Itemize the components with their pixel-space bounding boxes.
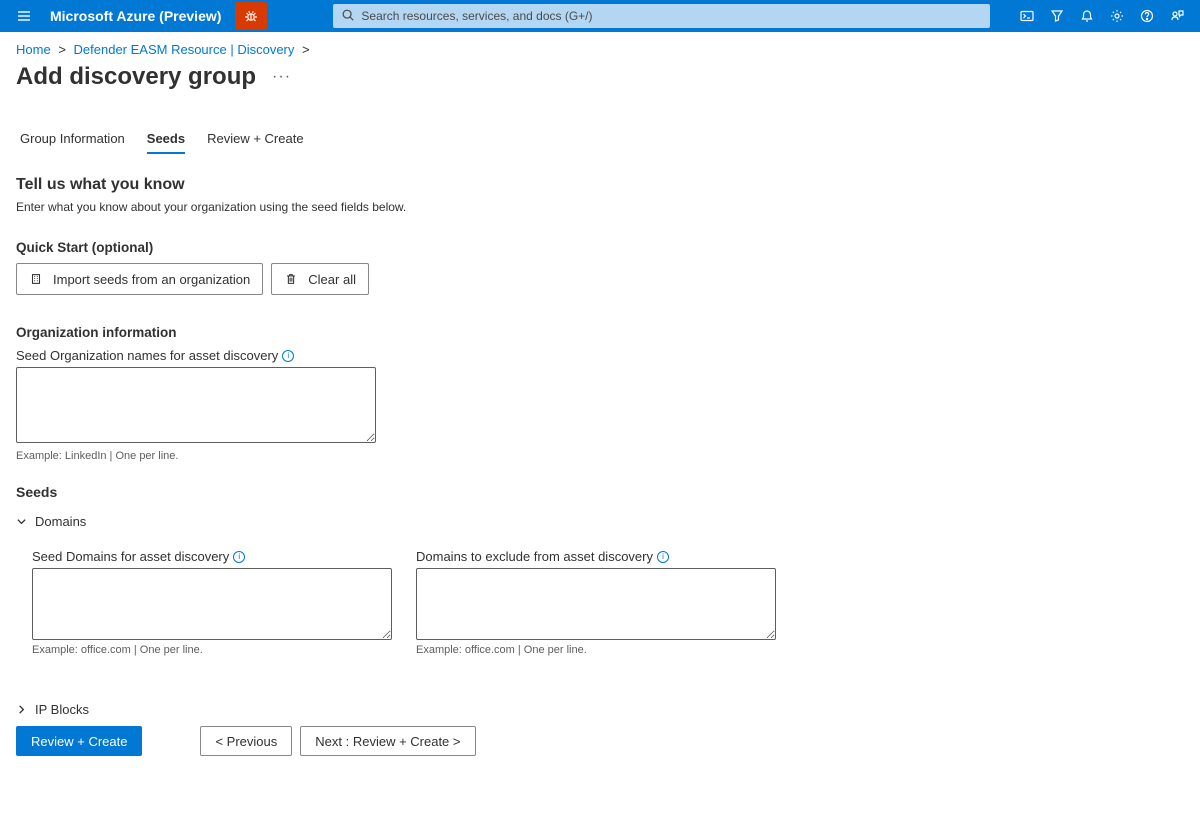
org-names-label: Seed Organization names for asset discov…: [16, 348, 1184, 363]
bell-icon: [1079, 8, 1095, 24]
seed-domains-helper: Example: office.com | One per line.: [32, 644, 392, 656]
previous-button[interactable]: < Previous: [200, 726, 292, 756]
domains-label: Domains: [35, 514, 86, 529]
org-names-input[interactable]: [16, 367, 376, 443]
hamburger-menu-button[interactable]: [8, 0, 40, 32]
footer: Review + Create < Previous Next : Review…: [0, 715, 1200, 766]
seed-domains-label-text: Seed Domains for asset discovery: [32, 549, 229, 564]
seed-domains-column: Seed Domains for asset discovery i Examp…: [32, 549, 392, 678]
search-icon: [341, 8, 355, 25]
help-icon: [1139, 8, 1155, 24]
info-icon[interactable]: i: [282, 350, 294, 362]
cloud-shell-icon: [1019, 8, 1035, 24]
domains-expander[interactable]: Domains: [16, 508, 1184, 535]
settings-button[interactable]: [1102, 0, 1132, 32]
chevron-down-icon: [16, 516, 27, 527]
tab-seeds[interactable]: Seeds: [147, 125, 185, 154]
more-actions-button[interactable]: ···: [268, 68, 295, 86]
person-feedback-icon: [1169, 8, 1185, 24]
domains-fields: Seed Domains for asset discovery i Examp…: [32, 549, 1184, 678]
cloud-shell-button[interactable]: [1012, 0, 1042, 32]
page-header: Add discovery group ···: [0, 63, 1200, 97]
intro-description: Enter what you know about your organizat…: [16, 200, 1184, 214]
clear-all-label: Clear all: [308, 272, 356, 287]
seeds-heading: Seeds: [16, 484, 1184, 500]
import-seeds-label: Import seeds from an organization: [53, 272, 250, 287]
footer-spacer: [150, 726, 192, 756]
filter-icon: [1049, 8, 1065, 24]
building-icon: [29, 272, 43, 286]
seed-domains-input[interactable]: [32, 568, 392, 640]
info-icon[interactable]: i: [233, 551, 245, 563]
feedback-button[interactable]: [1162, 0, 1192, 32]
top-icon-bar: [1012, 0, 1192, 32]
org-names-helper: Example: LinkedIn | One per line.: [16, 450, 1184, 462]
chevron-right-icon: [16, 704, 27, 715]
breadcrumb-home[interactable]: Home: [16, 42, 51, 57]
quick-start-row: Import seeds from an organization Clear …: [16, 263, 1184, 295]
gear-icon: [1109, 8, 1125, 24]
preview-bug-button[interactable]: [235, 2, 267, 30]
tab-group-information[interactable]: Group Information: [20, 125, 125, 154]
help-button[interactable]: [1132, 0, 1162, 32]
intro-heading: Tell us what you know: [16, 176, 1184, 194]
chevron-right-icon: >: [302, 42, 310, 57]
directories-button[interactable]: [1042, 0, 1072, 32]
clear-all-button[interactable]: Clear all: [271, 263, 369, 295]
bug-icon: [243, 8, 259, 24]
search-input[interactable]: [333, 4, 990, 28]
exclude-domains-label: Domains to exclude from asset discovery …: [416, 549, 776, 564]
exclude-domains-label-text: Domains to exclude from asset discovery: [416, 549, 653, 564]
review-create-button[interactable]: Review + Create: [16, 726, 142, 756]
exclude-domains-helper: Example: office.com | One per line.: [416, 644, 776, 656]
exclude-domains-column: Domains to exclude from asset discovery …: [416, 549, 776, 678]
org-names-label-text: Seed Organization names for asset discov…: [16, 348, 278, 363]
org-heading: Organization information: [16, 325, 1184, 340]
trash-icon: [284, 272, 298, 286]
exclude-domains-input[interactable]: [416, 568, 776, 640]
product-name[interactable]: Microsoft Azure (Preview): [50, 8, 221, 24]
import-seeds-button[interactable]: Import seeds from an organization: [16, 263, 263, 295]
breadcrumb-resource[interactable]: Defender EASM Resource | Discovery: [74, 42, 295, 57]
breadcrumb: Home > Defender EASM Resource | Discover…: [0, 32, 1200, 63]
top-bar: Microsoft Azure (Preview): [0, 0, 1200, 32]
info-icon[interactable]: i: [657, 551, 669, 563]
notifications-button[interactable]: [1072, 0, 1102, 32]
next-button[interactable]: Next : Review + Create >: [300, 726, 475, 756]
search-wrapper: [333, 4, 990, 28]
hamburger-icon: [16, 8, 32, 24]
tab-review-create[interactable]: Review + Create: [207, 125, 303, 154]
tabs: Group Information Seeds Review + Create: [0, 97, 1200, 154]
seed-domains-label: Seed Domains for asset discovery i: [32, 549, 392, 564]
chevron-right-icon: >: [58, 42, 66, 57]
page-title: Add discovery group: [16, 63, 256, 91]
quick-start-heading: Quick Start (optional): [16, 240, 1184, 255]
